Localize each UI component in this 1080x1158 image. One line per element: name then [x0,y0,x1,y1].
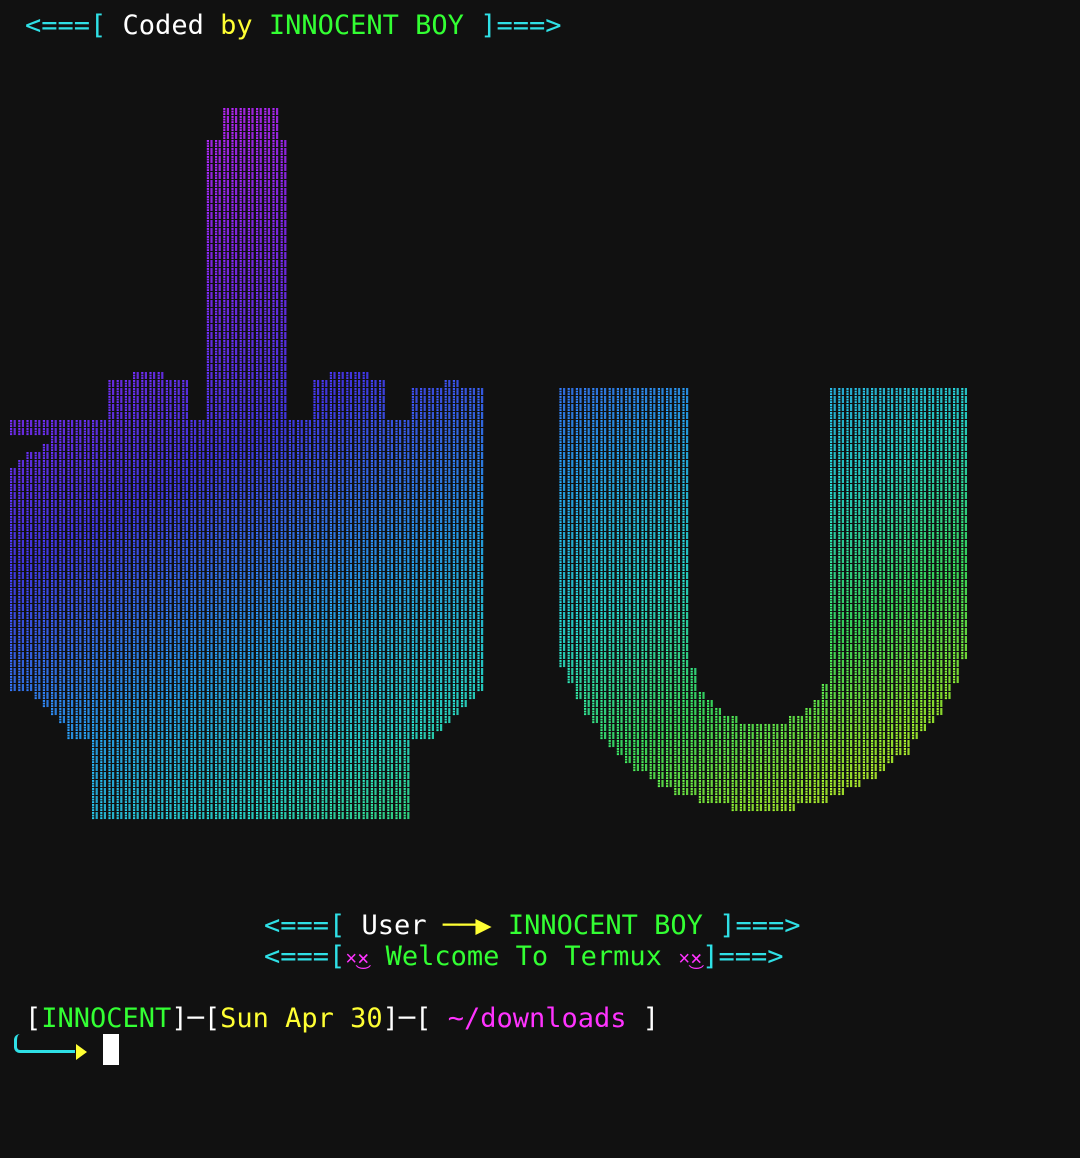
prompt-user: INNOCENT [41,1003,171,1034]
arrow-icon: ──▶ [443,910,508,941]
prompt-date: Sun Apr 30 [220,1003,383,1034]
header-by: by [220,10,269,41]
command-line[interactable] [14,1034,47,1068]
user-label: User [362,910,443,941]
header-banner: <===[ Coded by INNOCENT BOY ]===> [25,10,562,41]
prompt-arrow-head-icon [76,1044,87,1060]
welcome-banner: <===[×͜× Welcome To Termux ×͜×]===> [264,941,784,974]
ascii-art-hand-u [0,100,1080,830]
header-coded: Coded [123,10,221,41]
face-icon-right: ×͜× [678,946,702,970]
prompt-sep1: ]─[ [171,1003,220,1034]
prompt-corner-arrow-icon [14,1034,75,1053]
welcome-text: Welcome To Termux [369,941,678,972]
welcome-prefix: <===[ [264,941,345,972]
prompt-bracket-close: ] [627,1003,660,1034]
face-icon-left: ×͜× [345,946,369,970]
user-banner: <===[ User ──▶ INNOCENT BOY ]===> [264,910,800,941]
terminal-cursor[interactable] [103,1034,119,1065]
user-suffix: ]===> [703,910,801,941]
user-name: INNOCENT BOY [508,910,703,941]
header-open: <===[ [25,10,123,41]
prompt-sep2: ]─[ [383,1003,448,1034]
prompt-bracket-open: [ [25,1003,41,1034]
header-author: INNOCENT BOY [269,10,464,41]
prompt-path: ~/downloads [448,1003,627,1034]
header-close: ]===> [464,10,562,41]
user-prefix: <===[ [264,910,362,941]
shell-prompt: [INNOCENT]─[Sun Apr 30]─[ ~/downloads ] [25,1003,659,1034]
welcome-suffix: ]===> [702,941,783,972]
